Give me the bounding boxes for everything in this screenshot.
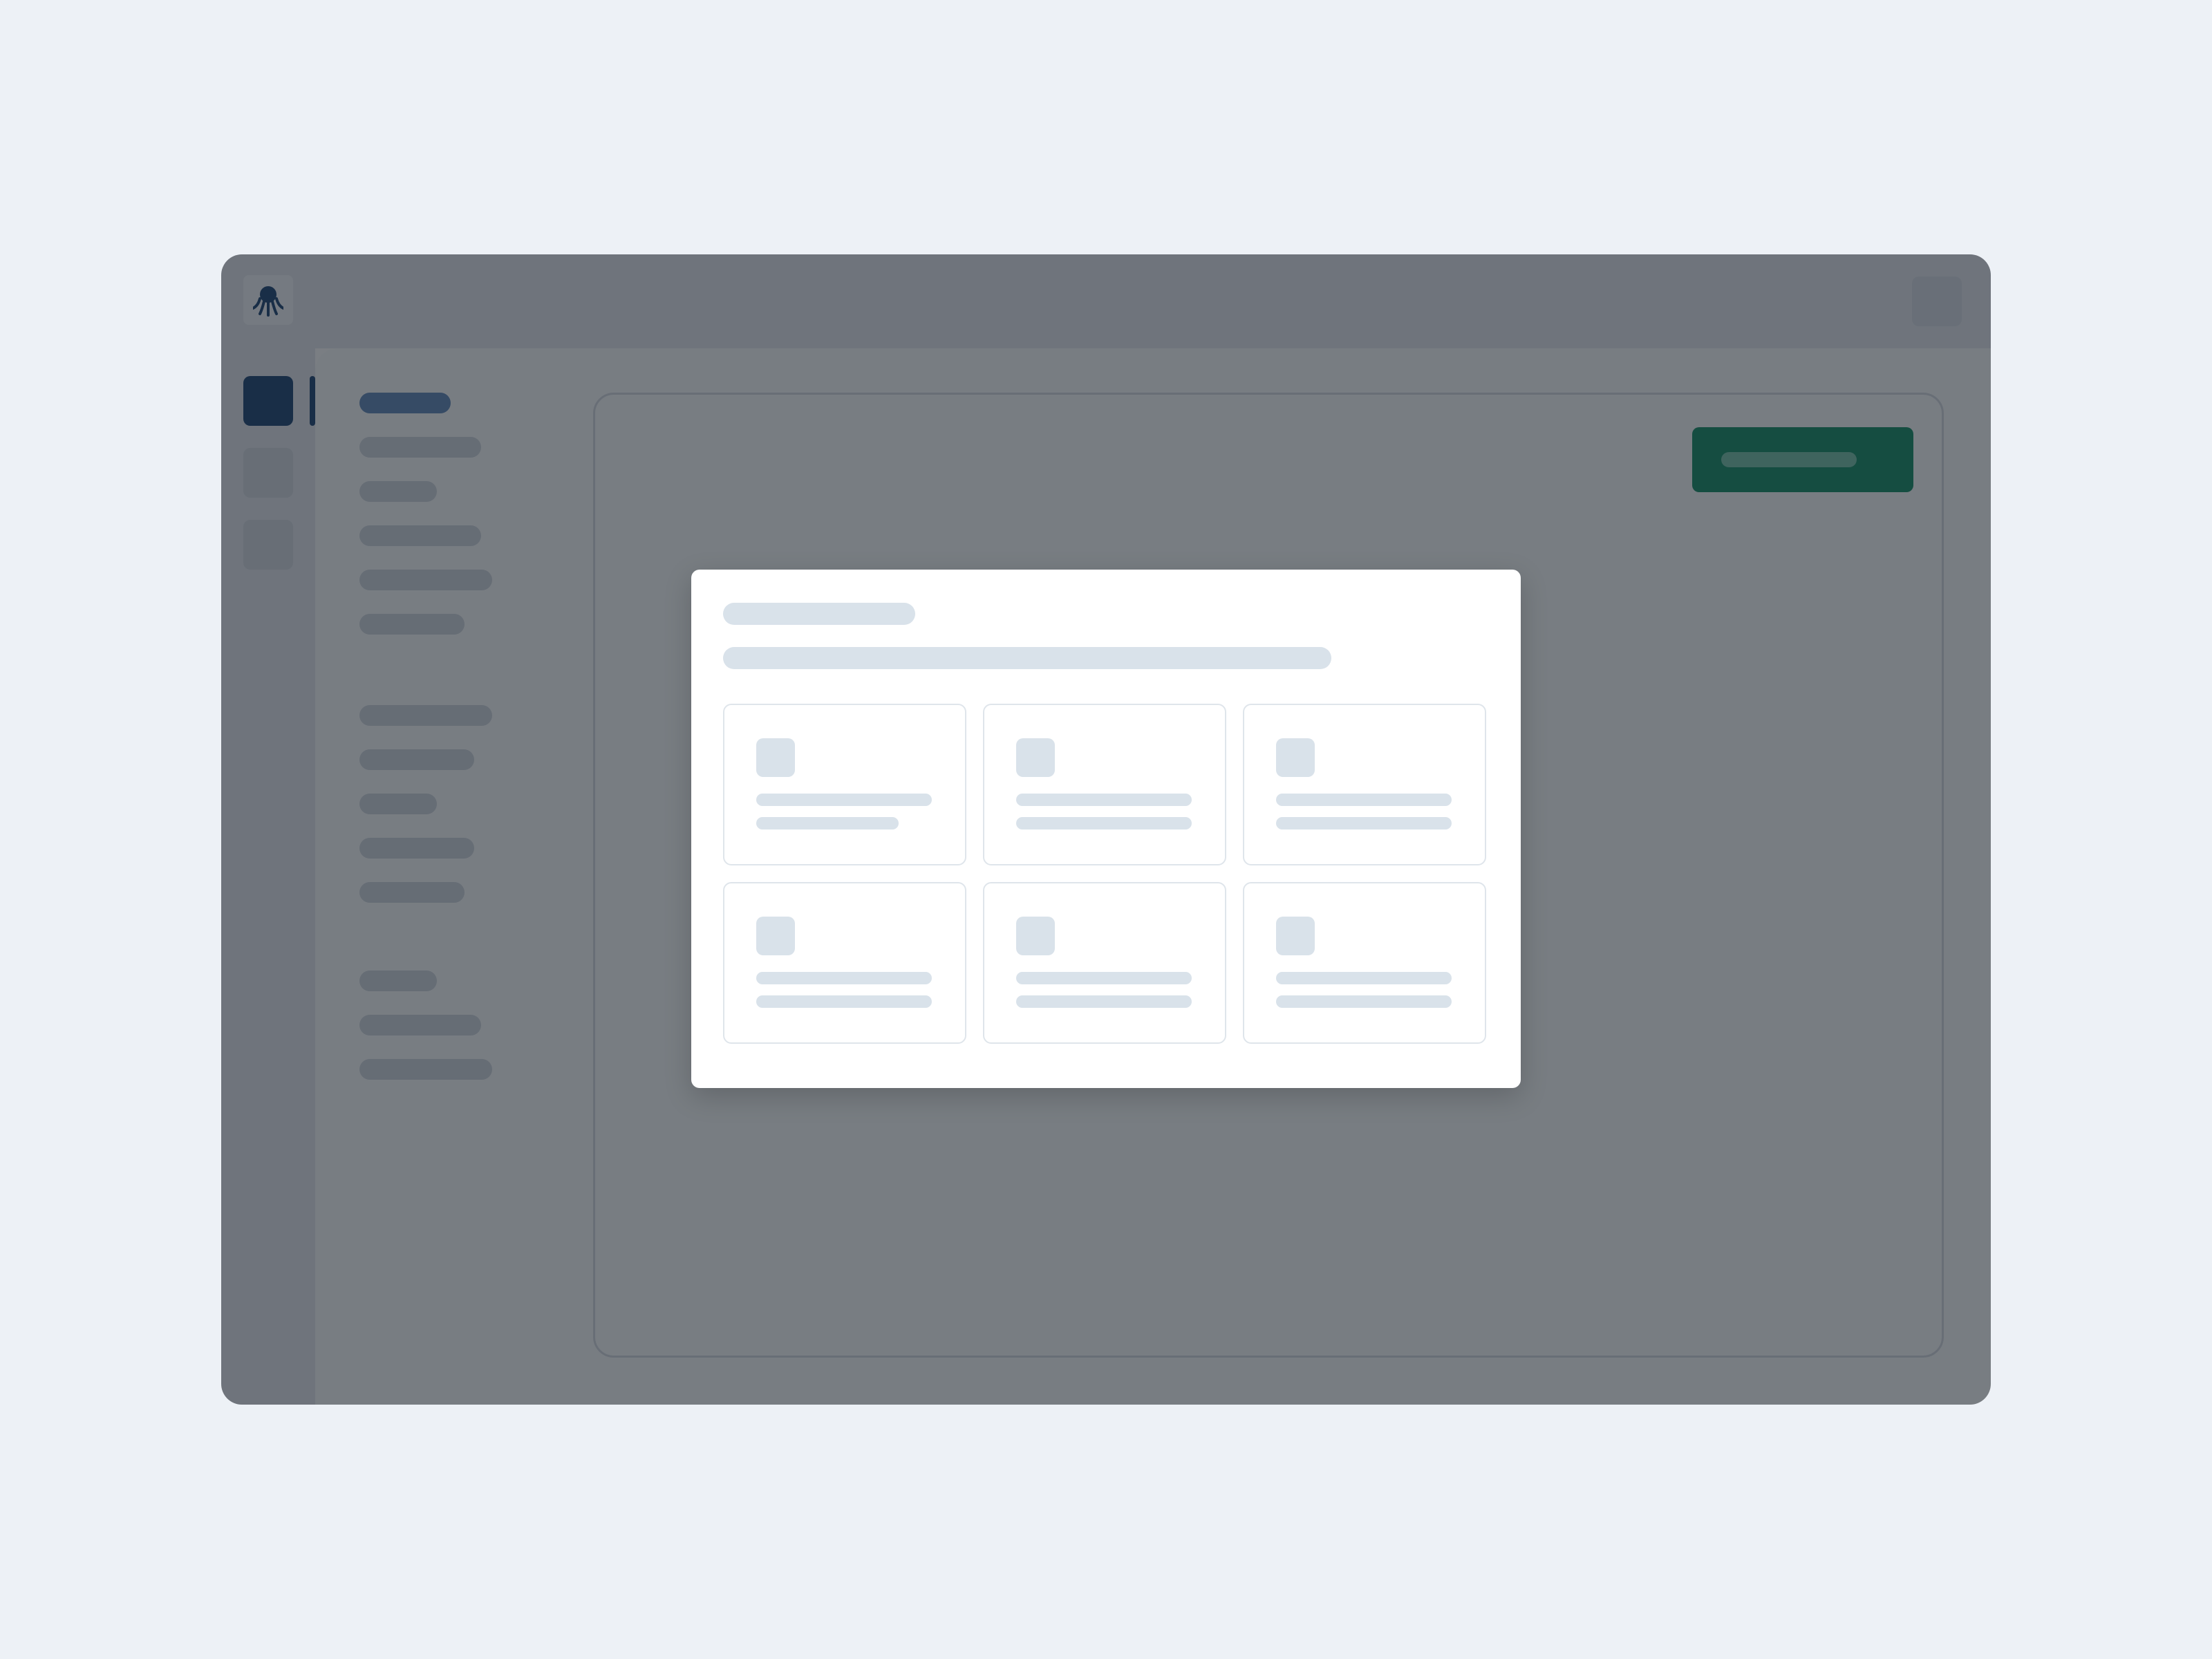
- option-icon: [1016, 917, 1055, 955]
- option-card[interactable]: [1243, 882, 1486, 1044]
- option-description: [1016, 995, 1192, 1008]
- option-icon: [1276, 738, 1315, 777]
- option-icon: [756, 738, 795, 777]
- option-card[interactable]: [723, 704, 966, 865]
- option-description: [1016, 817, 1192, 830]
- option-icon: [1016, 738, 1055, 777]
- option-description: [1276, 817, 1452, 830]
- option-title: [756, 972, 932, 984]
- option-title: [756, 794, 932, 806]
- option-card[interactable]: [983, 704, 1226, 865]
- modal-subtitle: [723, 647, 1331, 669]
- option-description: [756, 817, 899, 830]
- option-icon: [1276, 917, 1315, 955]
- app-window: [221, 254, 1991, 1405]
- option-title: [1276, 972, 1452, 984]
- option-card[interactable]: [1243, 704, 1486, 865]
- option-title: [1016, 794, 1192, 806]
- option-card[interactable]: [983, 882, 1226, 1044]
- modal-dialog: [691, 570, 1521, 1088]
- option-title: [1016, 972, 1192, 984]
- option-description: [756, 995, 932, 1008]
- option-icon: [756, 917, 795, 955]
- option-title: [1276, 794, 1452, 806]
- option-description: [1276, 995, 1452, 1008]
- option-card[interactable]: [723, 882, 966, 1044]
- modal-title: [723, 603, 915, 625]
